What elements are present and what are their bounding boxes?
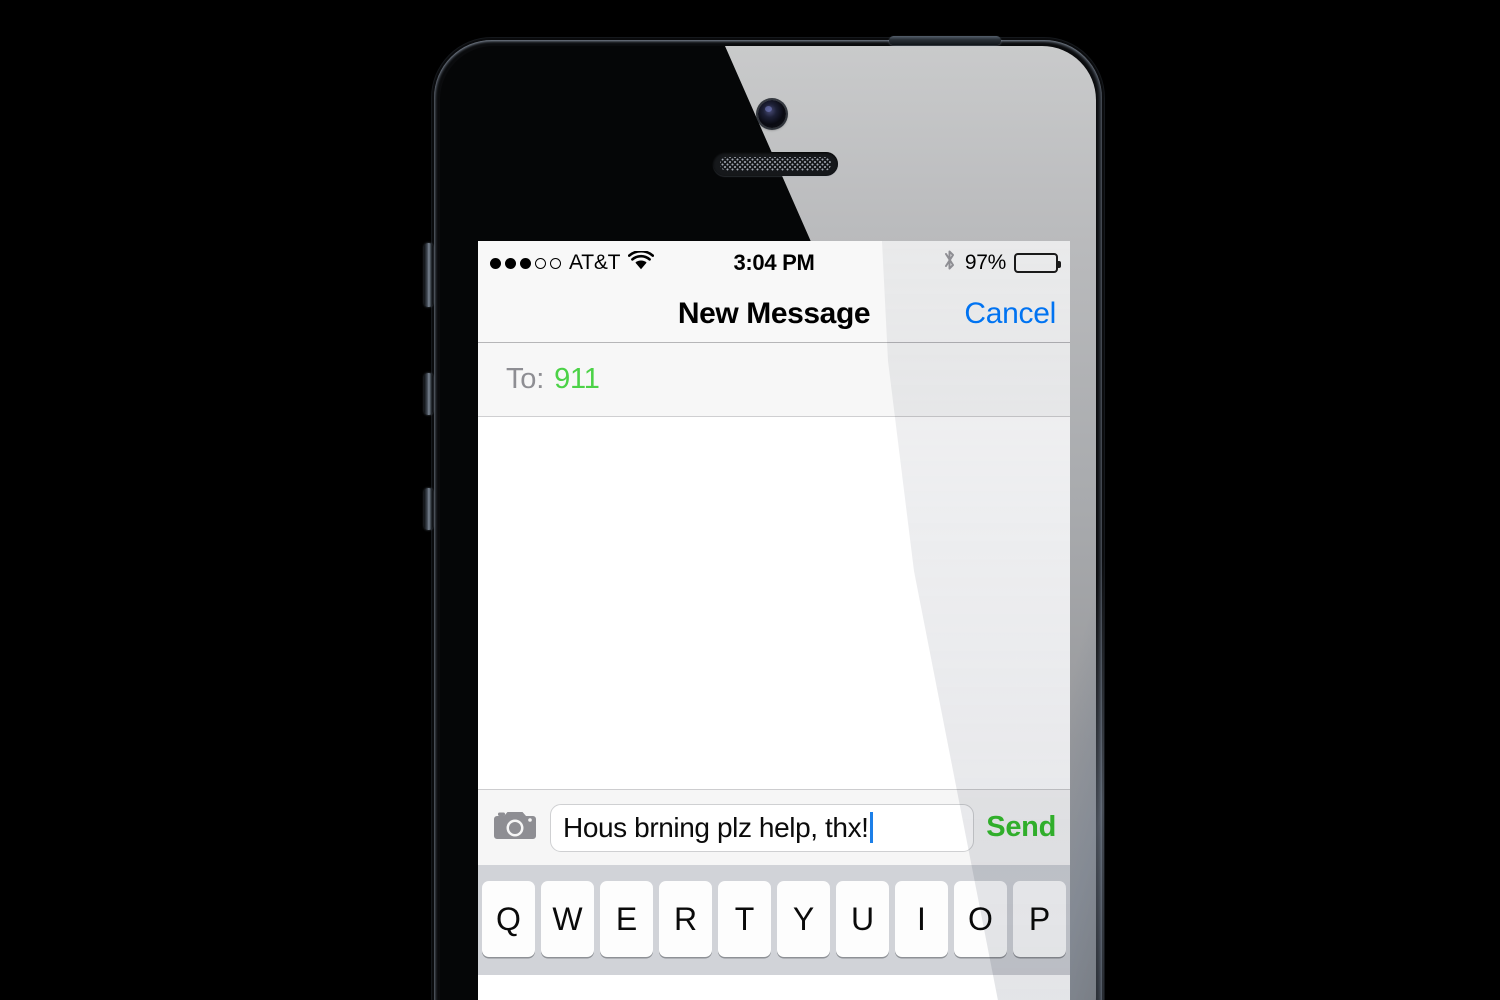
camera-icon[interactable] xyxy=(492,807,538,848)
message-input-bar: Hous brning plz help, thx! Send xyxy=(478,789,1070,865)
mute-switch[interactable] xyxy=(424,243,433,307)
earpiece-speaker-icon xyxy=(713,152,838,176)
volume-down-button[interactable] xyxy=(424,488,433,530)
recipient-value[interactable]: 911 xyxy=(554,363,600,396)
message-input-field[interactable]: Hous brning plz help, thx! xyxy=(550,803,975,852)
key-y[interactable]: Y xyxy=(777,881,830,957)
status-bar-right: 97% xyxy=(942,248,1061,278)
onscreen-keyboard: Q W E R T Y U I O P xyxy=(478,865,1070,975)
battery-full-icon xyxy=(1014,253,1061,273)
to-label: To: xyxy=(506,363,545,395)
key-r[interactable]: R xyxy=(659,881,712,957)
key-u[interactable]: U xyxy=(836,881,889,957)
front-camera-icon xyxy=(758,100,786,128)
text-caret xyxy=(869,812,873,843)
phone-screen: AT&T 3:04 PM 97% New Message Cancel To: … xyxy=(478,241,1070,1000)
key-t[interactable]: T xyxy=(718,881,771,957)
send-button[interactable]: Send xyxy=(986,811,1060,844)
screenshot-stage: AT&T 3:04 PM 97% New Message Cancel To: … xyxy=(0,0,1500,1000)
page-title: New Message xyxy=(677,296,871,330)
top-edge-slot-icon xyxy=(889,36,1001,45)
cancel-button[interactable]: Cancel xyxy=(964,297,1056,331)
key-w[interactable]: W xyxy=(541,881,594,957)
key-q[interactable]: Q xyxy=(482,881,535,957)
recipient-field[interactable]: To: 911 xyxy=(478,343,1070,417)
earpiece-mesh xyxy=(720,157,831,171)
key-p[interactable]: P xyxy=(1013,881,1066,957)
key-e[interactable]: E xyxy=(600,881,653,957)
volume-up-button[interactable] xyxy=(424,373,433,415)
battery-percent-label: 97% xyxy=(964,251,1006,274)
status-bar: AT&T 3:04 PM 97% xyxy=(478,241,1070,285)
key-o[interactable]: O xyxy=(954,881,1007,957)
navigation-bar: New Message Cancel xyxy=(478,285,1070,343)
key-i[interactable]: I xyxy=(895,881,948,957)
conversation-area xyxy=(478,417,1070,789)
message-input-text: Hous brning plz help, thx! xyxy=(563,811,869,843)
keyboard-row-top: Q W E R T Y U I O P xyxy=(478,881,1070,957)
bluetooth-icon xyxy=(942,248,957,278)
